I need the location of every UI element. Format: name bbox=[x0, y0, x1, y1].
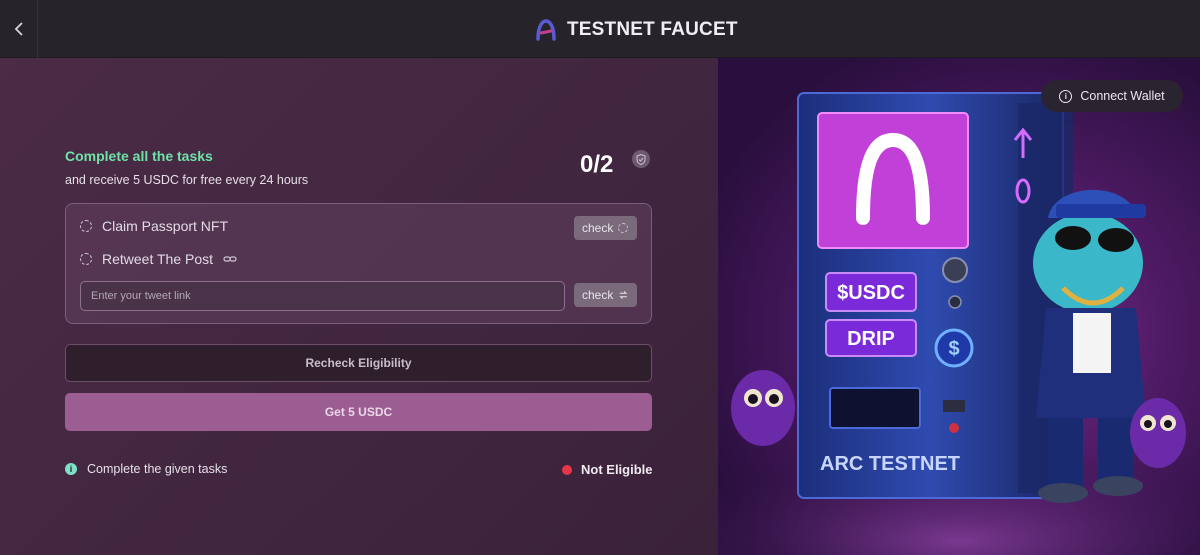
task-item-passport: Claim Passport NFT bbox=[80, 218, 228, 234]
status-text: Not Eligible bbox=[581, 462, 653, 477]
task-progress: 0/2 bbox=[580, 151, 614, 178]
top-bar: TESTNET FAUCET bbox=[0, 0, 1200, 58]
loading-icon bbox=[618, 223, 629, 233]
get-usdc-button[interactable]: Get 5 USDC bbox=[65, 393, 652, 431]
connect-wallet-button[interactable]: i Connect Wallet bbox=[1041, 80, 1183, 112]
connect-wallet-label: Connect Wallet bbox=[1080, 89, 1165, 103]
brand: TESTNET FAUCET bbox=[535, 17, 738, 43]
status-dot-icon bbox=[562, 464, 572, 475]
info-text: Complete the given tasks bbox=[87, 462, 228, 476]
usdc-label: $USDC bbox=[837, 282, 905, 304]
check-label: check bbox=[582, 288, 614, 302]
link-icon[interactable] bbox=[223, 254, 237, 264]
info-icon: i bbox=[65, 463, 77, 475]
pending-icon bbox=[80, 220, 92, 232]
drip-label: DRIP bbox=[847, 328, 895, 350]
task-label: Retweet The Post bbox=[102, 251, 214, 267]
svg-text:$: $ bbox=[948, 338, 959, 360]
back-button[interactable] bbox=[0, 0, 38, 58]
recheck-eligibility-button[interactable]: Recheck Eligibility bbox=[65, 344, 652, 382]
faucet-panel: Complete all the tasks and receive 5 USD… bbox=[0, 58, 718, 555]
promo-illustration: $USDC DRIP $ ARC TESTNET bbox=[718, 92, 1200, 555]
refresh-icon bbox=[619, 291, 628, 299]
check-passport-button[interactable]: check bbox=[574, 216, 637, 240]
tweet-link-input[interactable] bbox=[80, 281, 565, 311]
chevron-left-icon bbox=[14, 22, 23, 36]
task-item-retweet: Retweet The Post bbox=[80, 251, 237, 267]
eligibility-status: Not Eligible bbox=[562, 462, 653, 477]
promo-panel: $USDC DRIP $ ARC TESTNET i Connect Walle… bbox=[718, 58, 1200, 555]
tasks-box: Claim Passport NFT check Retweet The Pos… bbox=[65, 203, 652, 324]
info-message: i Complete the given tasks bbox=[65, 462, 227, 476]
page-title: TESTNET FAUCET bbox=[567, 19, 738, 40]
tasks-title: Complete all the tasks bbox=[65, 148, 213, 164]
check-retweet-button[interactable]: check bbox=[574, 283, 637, 307]
task-label: Claim Passport NFT bbox=[102, 218, 229, 234]
check-label: check bbox=[582, 221, 614, 235]
machine-label: ARC TESTNET bbox=[820, 453, 960, 475]
info-icon: i bbox=[1059, 89, 1073, 103]
arc-logo-icon bbox=[536, 19, 556, 41]
pending-icon bbox=[80, 253, 92, 265]
shield-check-icon bbox=[632, 150, 650, 168]
tasks-subtitle: and receive 5 USDC for free every 24 hou… bbox=[65, 173, 309, 187]
